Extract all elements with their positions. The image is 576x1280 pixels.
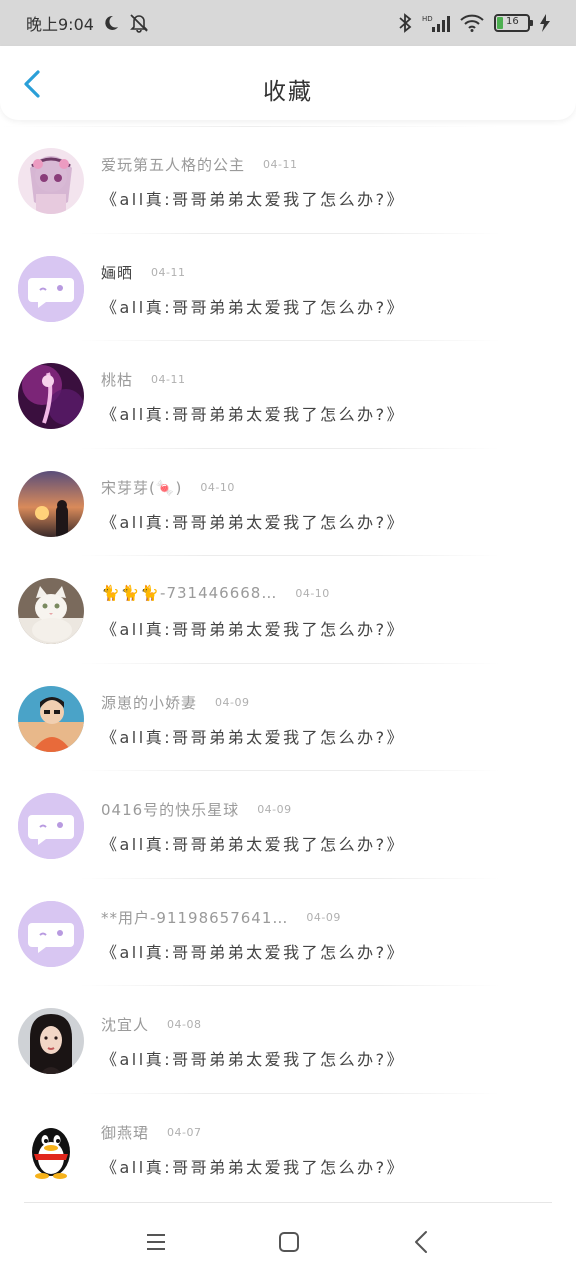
date: 04-09 xyxy=(257,803,292,816)
list-item[interactable]: 御燕珺 04-07 《all真:哥哥弟弟太爱我了怎么办?》 xyxy=(0,1094,576,1202)
moon-icon xyxy=(105,15,118,30)
battery-level: 16 xyxy=(506,16,519,27)
date: 04-11 xyxy=(151,373,186,386)
boy-avatar-icon xyxy=(18,685,84,752)
list-item[interactable]: 宋芽芽(🍬) 04-10 《all真:哥哥弟弟太爱我了怎么办?》 xyxy=(0,449,576,556)
date: 04-10 xyxy=(295,586,330,600)
avatar[interactable] xyxy=(18,363,84,429)
date: 04-11 xyxy=(263,158,298,171)
default-chat-avatar-icon xyxy=(18,793,84,859)
date: 04-09 xyxy=(306,910,341,924)
date: 04-10 xyxy=(200,480,235,494)
post-title[interactable]: 《all真:哥哥弟弟太爱我了怎么办?》 xyxy=(101,1046,405,1070)
post-title[interactable]: 《all真:哥哥弟弟太爱我了怎么办?》 xyxy=(101,831,405,855)
avatar[interactable] xyxy=(18,793,84,859)
username[interactable]: 源崽的小娇妻 xyxy=(101,692,197,713)
avatar[interactable] xyxy=(18,148,84,214)
list-item[interactable]: 🐈🐈🐈-731446668… 04-10 《all真:哥哥弟弟太爱我了怎么办?》 xyxy=(0,556,576,664)
back-icon[interactable] xyxy=(408,1228,436,1256)
post-title[interactable]: 《all真:哥哥弟弟太爱我了怎么办?》 xyxy=(101,939,405,963)
battery-icon: 16 xyxy=(494,14,533,32)
username[interactable]: 婳晒 xyxy=(101,262,133,283)
username[interactable]: 沈宜人 xyxy=(101,1014,149,1035)
username[interactable]: 0416号的快乐星球 xyxy=(101,799,239,820)
post-title[interactable]: 《all真:哥哥弟弟太爱我了怎么办?》 xyxy=(101,401,405,425)
charging-icon xyxy=(540,14,550,32)
username[interactable]: 🐈🐈🐈-731446668… xyxy=(101,584,277,602)
list-item[interactable]: 桃枯 04-11 《all真:哥哥弟弟太爱我了怎么办?》 xyxy=(0,341,576,449)
header: 收藏 xyxy=(0,46,576,120)
date: 04-09 xyxy=(215,695,250,709)
list-item[interactable]: 0416号的快乐星球 04-09 《all真:哥哥弟弟太爱我了怎么办?》 xyxy=(0,771,576,879)
date: 04-08 xyxy=(167,1018,202,1031)
default-chat-avatar-icon xyxy=(18,900,84,967)
mute-icon xyxy=(130,14,148,33)
avatar[interactable] xyxy=(18,685,84,752)
username[interactable]: 桃枯 xyxy=(101,369,133,390)
status-bar: 晚上9:04 HD 16 xyxy=(0,0,576,46)
avatar[interactable] xyxy=(18,1115,84,1182)
svg-text:HD: HD xyxy=(422,15,433,23)
date: 04-11 xyxy=(151,265,186,279)
signal-icon: HD xyxy=(422,15,450,32)
list-item[interactable]: 源崽的小娇妻 04-09 《all真:哥哥弟弟太爱我了怎么办?》 xyxy=(0,664,576,771)
page-title: 收藏 xyxy=(263,79,313,105)
avatar[interactable] xyxy=(18,1008,84,1074)
menu-icon[interactable] xyxy=(142,1228,170,1256)
sunset-avatar-icon xyxy=(18,470,84,537)
cat-avatar-icon xyxy=(18,578,84,644)
post-title[interactable]: 《all真:哥哥弟弟太爱我了怎么办?》 xyxy=(101,1154,405,1178)
navigation-bar xyxy=(0,1202,576,1280)
username[interactable]: 宋芽芽(🍬) xyxy=(101,477,182,498)
wifi-icon xyxy=(460,14,484,32)
favorites-list: 爱玩第五人格的公主 04-11 《all真:哥哥弟弟太爱我了怎么办?》 婳晒 0… xyxy=(0,126,576,1201)
avatar[interactable] xyxy=(18,470,84,537)
list-item[interactable]: 沈宜人 04-08 《all真:哥哥弟弟太爱我了怎么办?》 xyxy=(0,986,576,1094)
avatar[interactable] xyxy=(18,900,84,967)
username[interactable]: **用户-91198657641… xyxy=(101,907,288,928)
bluetooth-icon xyxy=(399,13,412,33)
post-title[interactable]: 《all真:哥哥弟弟太爱我了怎么办?》 xyxy=(101,724,405,748)
anime-girl-avatar-icon xyxy=(18,148,84,214)
avatar[interactable] xyxy=(18,255,84,322)
post-title[interactable]: 《all真:哥哥弟弟太爱我了怎么办?》 xyxy=(101,509,405,533)
username[interactable]: 御燕珺 xyxy=(101,1122,149,1143)
avatar[interactable] xyxy=(18,578,84,644)
post-title[interactable]: 《all真:哥哥弟弟太爱我了怎么办?》 xyxy=(101,186,405,210)
girl-photo-avatar-icon xyxy=(18,1008,84,1074)
purple-art-avatar-icon xyxy=(18,363,84,429)
list-item[interactable]: 婳晒 04-11 《all真:哥哥弟弟太爱我了怎么办?》 xyxy=(0,234,576,341)
post-title[interactable]: 《all真:哥哥弟弟太爱我了怎么办?》 xyxy=(101,616,405,640)
post-title[interactable]: 《all真:哥哥弟弟太爱我了怎么办?》 xyxy=(101,294,405,318)
divider xyxy=(24,1202,552,1203)
list-item[interactable]: 爱玩第五人格的公主 04-11 《all真:哥哥弟弟太爱我了怎么办?》 xyxy=(0,126,576,234)
status-time: 晚上9:04 xyxy=(26,15,94,34)
home-icon[interactable] xyxy=(275,1228,303,1256)
qq-penguin-avatar-icon xyxy=(18,1115,84,1182)
username[interactable]: 爱玩第五人格的公主 xyxy=(101,154,245,175)
list-item[interactable]: **用户-91198657641… 04-09 《all真:哥哥弟弟太爱我了怎么… xyxy=(0,879,576,986)
date: 04-07 xyxy=(167,1125,202,1139)
default-chat-avatar-icon xyxy=(18,255,84,322)
